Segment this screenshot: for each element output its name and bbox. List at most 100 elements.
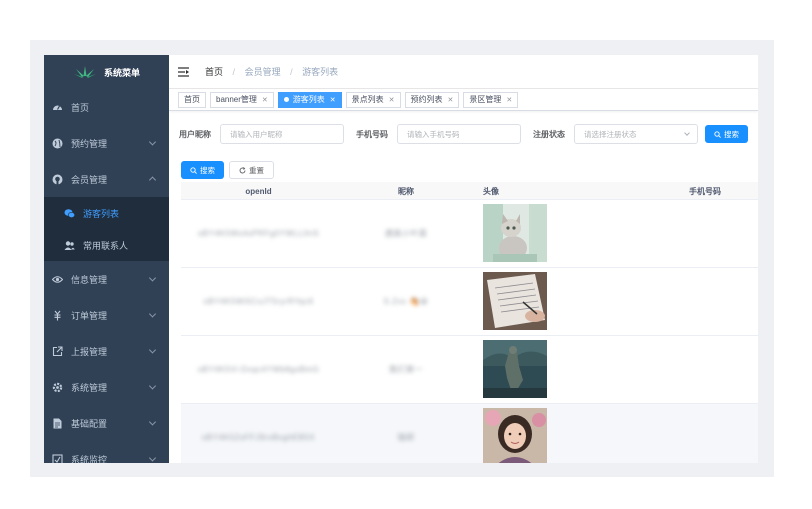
close-icon[interactable]: ✕	[506, 96, 512, 104]
chevron-down-icon	[148, 418, 157, 426]
openid-value: oBY4K5Vi-Dxqc4YWb8gsBmG	[197, 365, 320, 374]
chevron-down-icon	[148, 454, 157, 462]
chevron-down-icon	[148, 346, 157, 354]
avatar	[483, 340, 547, 398]
sidebar-item-members[interactable]: 会员管理	[44, 161, 169, 197]
sidebar-item-config[interactable]: 基础配置	[44, 405, 169, 441]
girl-photo-icon	[483, 408, 547, 463]
chevron-down-icon	[148, 138, 157, 146]
table-row[interactable]: oBY4K5Ws4sPRFg0YWLL0nS 遇路小叶菌	[181, 200, 758, 268]
search-action-button[interactable]: 搜索	[181, 161, 224, 179]
tag-scenic-area[interactable]: 景区管理 ✕	[463, 91, 519, 108]
document-icon	[52, 418, 63, 429]
avatar	[483, 408, 547, 463]
cat-photo-icon	[483, 204, 547, 262]
tag-visitor-list[interactable]: 游客列表 ✕	[277, 91, 342, 108]
openid-value: oBY4K5Wi5CoJT5ryrRYqc6	[203, 297, 314, 306]
chevron-up-icon	[148, 176, 157, 184]
status-select[interactable]: 请选择注册状态	[574, 124, 698, 144]
sidebar-item-reports[interactable]: 上报管理	[44, 333, 169, 369]
sidebar: 系统菜单 首页 预约管理 会员管理 游客列表 常用联系人 信息管理 订单管理 上…	[44, 55, 169, 463]
tag-appointments[interactable]: 预约列表 ✕	[404, 91, 460, 108]
openid-cell: oBY4K5ZoFFJ9rxBxghEB5X	[181, 404, 336, 463]
sidebar-item-label: 系统监控	[71, 454, 108, 464]
chevron-down-icon	[684, 130, 690, 136]
search-icon	[190, 166, 197, 174]
tag-banner[interactable]: banner管理 ✕	[210, 91, 274, 108]
sidebar-item-orders[interactable]: 订单管理	[44, 297, 169, 333]
reset-button[interactable]: 重置	[229, 161, 274, 179]
nickname-cell: 瑞研	[336, 404, 476, 463]
table-row[interactable]: oBY4K5Wi5CoJT5ryrRYqc6 S.Zxx 🐴😀	[181, 268, 758, 336]
sidebar-item-contacts[interactable]: 常用联系人	[44, 229, 169, 261]
breadcrumb-separator: /	[232, 67, 236, 77]
sidebar-item-label: 订单管理	[71, 310, 108, 321]
nickname-value: S.Zxx 🐴😀	[383, 297, 429, 306]
nickname-cell: S.Zxx 🐴😀	[336, 268, 476, 335]
gear-icon	[52, 382, 63, 393]
column-nickname: 昵称	[398, 186, 414, 196]
nickname-input[interactable]: 请输入用户昵称	[220, 124, 344, 144]
external-link-icon	[52, 345, 63, 357]
breadcrumb: 首页 / 会员管理 / 游客列表	[205, 65, 338, 78]
column-phone: 手机号码	[689, 186, 721, 196]
close-icon[interactable]: ✕	[330, 96, 336, 104]
breadcrumb-current: 游客列表	[302, 67, 339, 77]
close-icon[interactable]: ✕	[448, 96, 454, 104]
openid-cell: oBY4K5Ws4sPRFg0YWLL0nS	[181, 200, 336, 267]
sidebar-item-home[interactable]: 首页	[44, 89, 169, 125]
sidebar-item-monitor[interactable]: 系统监控	[44, 441, 169, 463]
nickname-cell: 遇路小叶菌	[336, 200, 476, 267]
visitor-table: openId 昵称 头像 手机号码 oBY4K5Ws4sPRFg0YWLL0nS…	[181, 182, 758, 463]
breadcrumb-members: 会员管理	[244, 67, 281, 77]
table-row[interactable]: oBY4K5Vi-Dxqc4YWb8gsBmG 我们第一	[181, 336, 758, 404]
phone-input[interactable]: 请输入手机号码	[397, 124, 521, 144]
admin-app: 系统菜单 首页 预约管理 会员管理 游客列表 常用联系人 信息管理 订单管理 上…	[44, 55, 758, 463]
wechat-icon	[64, 208, 75, 219]
tags-view: 首页 banner管理 ✕ 游客列表 ✕ 景点列表 ✕ 预约列表 ✕ 景区管理 ✕	[169, 89, 758, 111]
nickname-cell: 我们第一	[336, 336, 476, 403]
sidebar-item-label: 首页	[71, 102, 90, 113]
openid-cell: oBY4K5Wi5CoJT5ryrRYqc6	[181, 268, 336, 335]
table-header: openId 昵称 头像 手机号码	[181, 182, 758, 200]
tag-label: 预约列表	[410, 95, 443, 104]
phone-placeholder: 请输入手机号码	[407, 129, 460, 139]
reset-label: 重置	[249, 165, 264, 175]
close-icon[interactable]: ✕	[262, 96, 268, 104]
sidebar-item-label: 常用联系人	[83, 240, 129, 251]
sidebar-item-label: 游客列表	[83, 208, 120, 219]
sidebar-item-appointment[interactable]: 预约管理	[44, 125, 169, 161]
tag-label: 景点列表	[351, 95, 384, 104]
sidebar-item-label: 系统管理	[71, 382, 108, 393]
close-icon[interactable]: ✕	[389, 96, 395, 104]
chevron-down-icon	[148, 274, 157, 282]
breadcrumb-separator: /	[290, 67, 293, 77]
nickname-value: 我们第一	[389, 365, 423, 374]
refresh-icon	[239, 166, 246, 173]
hamburger-icon[interactable]	[178, 66, 189, 77]
sidebar-logo: 系统菜单	[44, 55, 169, 89]
sidebar-item-system[interactable]: 系统管理	[44, 369, 169, 405]
statue-photo-icon	[483, 340, 547, 398]
peoples-icon	[64, 240, 75, 251]
tag-home[interactable]: 首页	[178, 91, 206, 108]
sidebar-item-info[interactable]: 信息管理	[44, 261, 169, 297]
sidebar-item-label: 上报管理	[71, 346, 108, 357]
table-row[interactable]: oBY4K5ZoFFJ9rxBxghEB5X 瑞研	[181, 404, 758, 463]
column-avatar: 头像	[483, 186, 499, 196]
sidebar-item-label: 信息管理	[71, 274, 108, 285]
avatar	[483, 204, 547, 262]
sidebar-item-visitor-list[interactable]: 游客列表	[44, 197, 169, 229]
openid-cell: oBY4K5Vi-Dxqc4YWb8gsBmG	[181, 336, 336, 403]
search-button[interactable]: 搜索	[705, 125, 748, 143]
status-label: 注册状态	[533, 129, 565, 139]
avatar	[483, 272, 547, 330]
monitor-icon	[52, 453, 63, 463]
breadcrumb-home[interactable]: 首页	[205, 67, 223, 77]
tag-label: 景区管理	[469, 95, 502, 104]
sidebar-item-label: 基础配置	[71, 418, 108, 429]
action-row: 搜索 重置	[181, 161, 279, 179]
search-icon	[714, 130, 721, 138]
tag-scenic-spots[interactable]: 景点列表 ✕	[345, 91, 401, 108]
phone-label: 手机号码	[356, 129, 388, 139]
